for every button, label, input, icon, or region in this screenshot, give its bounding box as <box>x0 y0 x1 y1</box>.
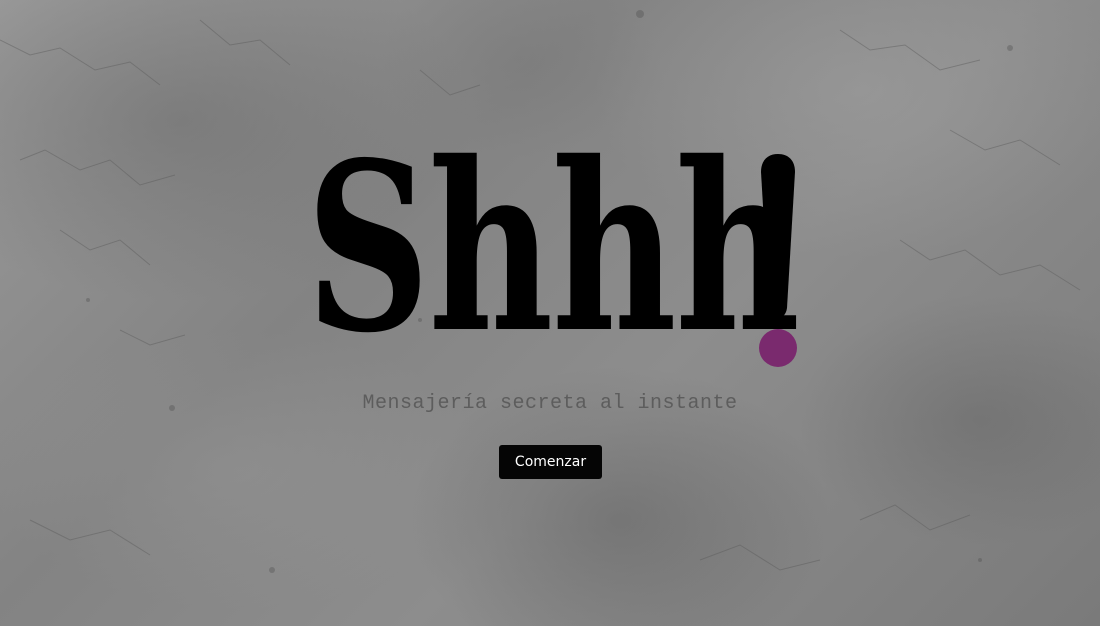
logo-text: Shhh <box>306 111 800 384</box>
start-button[interactable]: Comenzar <box>499 445 602 479</box>
exclamation-mark-icon: ! <box>759 154 797 367</box>
hero: Shhh ! Mensajería secreta al instante Co… <box>0 0 1100 626</box>
tagline: Mensajería secreta al instante <box>362 392 738 415</box>
accent-dot <box>759 329 797 367</box>
